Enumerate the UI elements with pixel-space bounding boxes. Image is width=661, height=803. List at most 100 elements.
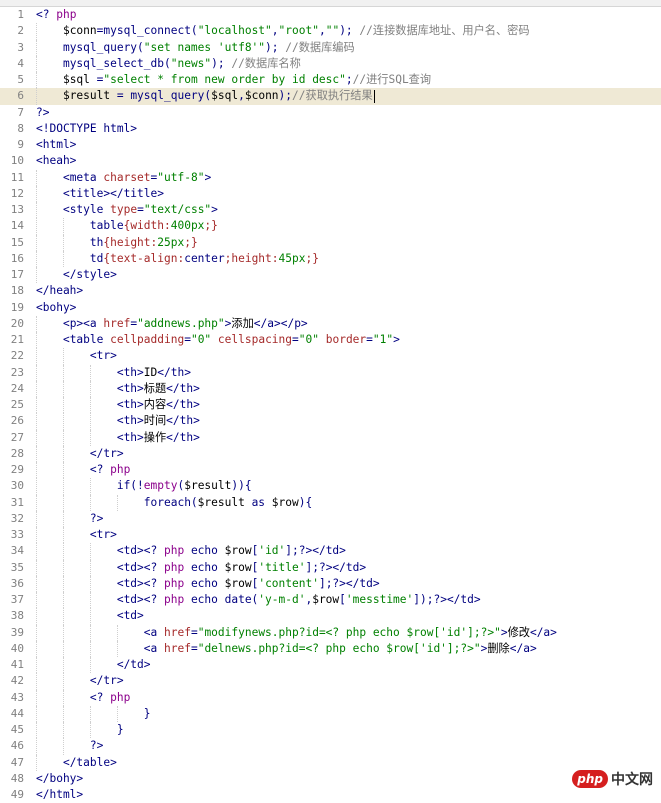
code-token: cellspacing (217, 333, 293, 346)
code-token: "localhost" (197, 24, 272, 38)
code-line[interactable]: 43 <? php (0, 689, 661, 706)
code-line[interactable]: 2 $conn=mysql_connect("localhost","root"… (0, 23, 661, 40)
code-text: <a href="delnews.php?id=<? php echo $row… (36, 641, 537, 657)
line-number: 19 (10, 300, 24, 314)
code-line[interactable]: 20 <p><a href="addnews.php">添加</a></p> (0, 315, 661, 332)
code-token: , (238, 89, 245, 103)
code-token: <heah> (36, 154, 77, 168)
code-line[interactable]: 28 </tr> (0, 445, 661, 462)
code-text: <p><a href="addnews.php">添加</a></p> (36, 316, 308, 332)
code-editor[interactable]: 1 <? php 2 $conn=mysql_connect("localhost"… (0, 7, 661, 803)
code-line[interactable]: 7 ?> (0, 105, 661, 121)
code-line[interactable]: 31 foreach($result as $row){ (0, 494, 661, 511)
code-text: <html> (36, 137, 76, 153)
code-token: foreach( (143, 495, 198, 509)
code-line[interactable]: 12 <title></title> (0, 185, 661, 202)
code-token: <table (62, 333, 111, 346)
code-token: cellpadding (110, 333, 185, 346)
code-token: = (292, 333, 299, 346)
code-line[interactable]: 9 <html> (0, 137, 661, 153)
code-text: </html> (36, 787, 83, 803)
line-number: 16 (10, 251, 24, 265)
code-line[interactable]: 10 <heah> (0, 153, 661, 169)
code-line[interactable]: 40 <a href="delnews.php?id=<? php echo $… (0, 640, 661, 657)
code-line[interactable]: 25 <th>内容</th> (0, 397, 661, 414)
code-token: ];?></td> (285, 544, 346, 558)
line-number: 8 (17, 121, 24, 135)
code-token: "select * from new order by id desc" (103, 73, 346, 86)
code-text: td{text-align:center;height:45px;} (36, 251, 319, 267)
code-line[interactable]: 42 </tr> (0, 673, 661, 690)
code-text: <style type="text/css"> (36, 202, 218, 218)
code-text: <td><? php echo $row['content'];?></td> (36, 576, 380, 592)
code-line[interactable]: 18 </heah> (0, 283, 661, 299)
code-line[interactable]: 23 <th>ID</th> (0, 364, 661, 381)
code-line[interactable]: 36 <td><? php echo $row['content'];?></t… (0, 575, 661, 592)
code-token: > (211, 203, 218, 216)
code-line[interactable]: 38 <td> (0, 608, 661, 625)
line-number: 44 (10, 706, 24, 720)
code-line[interactable]: 48 </bohy> (0, 771, 661, 787)
code-line[interactable]: 30 if(!empty($result)){ (0, 478, 661, 495)
code-line[interactable]: 47 </table> (0, 754, 661, 771)
line-number: 40 (10, 641, 24, 655)
line-number: 9 (17, 138, 24, 151)
code-text: <th>ID</th> (36, 365, 191, 381)
code-token: <th> (116, 430, 144, 444)
code-line[interactable]: 33 <tr> (0, 527, 661, 544)
code-line[interactable]: 6 $result = mysql_query($sql,$conn);//获取… (0, 88, 661, 105)
code-line[interactable]: 24 <th>标题</th> (0, 380, 661, 397)
code-token: mysql_select_db( (62, 56, 171, 70)
code-token: <td><? (116, 576, 164, 590)
code-line[interactable]: 44 } (0, 705, 661, 722)
code-token: </a> (509, 641, 537, 655)
code-line[interactable]: 41 </td> (0, 657, 661, 674)
code-line[interactable]: 3 mysql_query("set names 'utf8'"); //数据库… (0, 39, 661, 56)
code-token: </th> (166, 430, 200, 444)
code-token: td (89, 251, 104, 265)
code-token: 'title' (258, 560, 306, 574)
code-line[interactable]: 27 <th>操作</th> (0, 429, 661, 446)
code-line[interactable]: 19 <bohy> (0, 300, 661, 316)
code-text: </td> (36, 657, 151, 673)
code-line[interactable]: 26 <th>时间</th> (0, 413, 661, 430)
code-token: ;} (204, 219, 218, 233)
code-line[interactable]: 34 <td><? php echo $row['id'];?></td> (0, 543, 661, 560)
line-number: 42 (10, 674, 24, 688)
code-line[interactable]: 49 </html> (0, 787, 661, 803)
code-line[interactable]: 46 ?> (0, 738, 661, 755)
code-line[interactable]: 5 $sql ="select * from new order by id d… (0, 72, 661, 89)
code-line[interactable]: 32 ?> (0, 510, 661, 527)
code-line[interactable]: 22 <tr> (0, 348, 661, 365)
code-line[interactable]: 29 <? php (0, 462, 661, 479)
code-line[interactable]: 45 } (0, 722, 661, 739)
line-number: 13 (10, 203, 24, 216)
code-line[interactable]: 11 <meta charset="utf-8"> (0, 169, 661, 186)
code-token: =mysql_connect( (96, 24, 198, 38)
code-token: </bohy> (36, 771, 84, 785)
code-token: {text-align: (103, 251, 185, 265)
code-line[interactable]: 16 td{text-align:center;height:45px;} (0, 250, 661, 267)
code-line[interactable]: 4 mysql_select_db("news"); //数据库名称 (0, 55, 661, 72)
code-line[interactable]: 1 <? php (0, 7, 661, 23)
code-line[interactable]: 35 <td><? php echo $row['title'];?></td> (0, 559, 661, 576)
code-line[interactable]: 14 table{width:400px;} (0, 218, 661, 235)
code-token: </th> (157, 365, 191, 379)
code-text: <meta charset="utf-8"> (36, 170, 211, 186)
code-text: <bohy> (36, 300, 76, 316)
line-number: 21 (10, 333, 24, 346)
code-line[interactable]: 37 <td><? php echo date('y-m-d',$row['me… (0, 592, 661, 609)
code-line[interactable]: 21 <table cellpadding="0" cellspacing="0… (0, 332, 661, 349)
code-line[interactable]: 8 <!DOCTYPE html> (0, 121, 661, 137)
code-token: ;height: (224, 251, 279, 265)
code-line[interactable]: 15 th{height:25px;} (0, 234, 661, 251)
code-line[interactable]: 17 </style> (0, 267, 661, 284)
code-line[interactable]: 13 <style type="text/css"> (0, 202, 661, 219)
code-line[interactable]: 39 <a href="modifynews.php?id=<? php ech… (0, 624, 661, 641)
